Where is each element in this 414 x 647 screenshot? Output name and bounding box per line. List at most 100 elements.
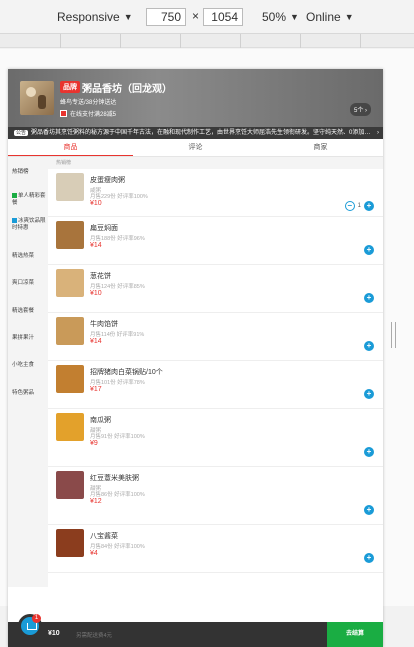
sidebar-item-label: 特色粥品 <box>12 390 35 396</box>
sidebar-item-label: 小吃主食 <box>12 362 35 368</box>
product-name: 招牌猪肉白菜锅贴/10个 <box>90 369 163 376</box>
chevron-right-icon: › <box>377 130 379 136</box>
sidebar-item-label: 单人精彩套餐 <box>12 193 46 206</box>
quantity-stepper: + <box>364 505 374 515</box>
product-image[interactable] <box>56 317 84 345</box>
cart-total: ¥10 <box>48 630 60 637</box>
sidebar-item-fruit[interactable]: 果拼果汁 <box>12 335 46 342</box>
quantity-stepper: − 1 + <box>344 201 374 211</box>
width-input[interactable]: 750 <box>146 8 186 26</box>
product-image[interactable] <box>56 221 84 249</box>
sidebar-item-set-meals[interactable]: 精选套餐 <box>12 308 46 315</box>
quantity-stepper: + <box>364 293 374 303</box>
mobile-viewport: 品牌 粥品香坊（回龙观） 蜂鸟专送/38分钟送达 在线支付满28减5 5个 › … <box>8 69 383 647</box>
sidebar-item-porridge[interactable]: 特色粥品 <box>12 390 46 397</box>
delivery-info: 蜂鸟专送/38分钟送达 <box>60 100 117 106</box>
notice-text: 粥品香坊其烹饪粥料的秘方源于中国千年古法，在融和现代制作工艺，由世界烹饪大师屈浩… <box>31 130 371 136</box>
product-name: 南瓜粥 <box>90 417 111 424</box>
resize-handle[interactable] <box>391 322 396 348</box>
product-item: 扁豆焖面 月售188份 好评率96% ¥14 + <box>48 217 383 265</box>
sidebar-item-drinks[interactable]: 冰爽饮品限时特惠 <box>12 218 46 232</box>
product-image[interactable] <box>56 365 84 393</box>
product-sales: 月售101份 好评率78% <box>90 380 145 386</box>
devtools-toolbar: Responsive ▼ 750 × 1054 50% ▼ Online ▼ <box>0 0 414 34</box>
product-price: ¥10 <box>90 200 102 207</box>
product-name: 红豆薏米美肤粥 <box>90 475 139 482</box>
promo-text: 在线支付满28减5 <box>70 112 117 118</box>
product-price: ¥17 <box>90 386 102 393</box>
device-stage: 品牌 粥品香坊（回龙观） 蜂鸟专送/38分钟送达 在线支付满28减5 5个 › … <box>0 49 414 647</box>
tab-seller[interactable]: 商家 <box>258 139 383 156</box>
quantity-stepper: + <box>364 341 374 351</box>
special-icon <box>12 218 17 224</box>
add-button[interactable]: + <box>364 553 374 563</box>
device-mode-select[interactable]: Responsive ▼ <box>57 10 133 24</box>
quantity-stepper: + <box>364 553 374 563</box>
product-sales: 月售124份 好评率85% <box>90 284 145 290</box>
device-mode-label: Responsive <box>57 10 120 24</box>
product-sales: 月售229份 好评率100% <box>90 194 148 200</box>
tab-ratings[interactable]: 评论 <box>133 139 258 156</box>
section-title: 热销榜 <box>48 157 383 169</box>
quantity-stepper: + <box>364 447 374 457</box>
product-image[interactable] <box>56 173 84 201</box>
quantity-value: 1 <box>357 203 361 209</box>
sidebar-item-snacks[interactable]: 小吃主食 <box>12 362 46 369</box>
product-item: 红豆薏米美肤粥 甜粥 月售86份 好评率100% ¥12 + <box>48 467 383 525</box>
product-image[interactable] <box>56 529 84 557</box>
product-name: 八宝酱菜 <box>90 533 118 540</box>
notice-bar[interactable]: 公告 粥品香坊其烹饪粥料的秘方源于中国千年古法，在融和现代制作工艺，由世界烹饪大师… <box>8 127 383 139</box>
coupon-count-button[interactable]: 5个 › <box>349 103 371 116</box>
media-query-bar <box>0 34 414 48</box>
product-item: 南瓜粥 甜粥 月售91份 好评率100% ¥9 + <box>48 409 383 467</box>
sidebar-item-cold-dishes[interactable]: 爽口凉菜 <box>12 280 46 287</box>
add-button[interactable]: + <box>364 389 374 399</box>
add-button[interactable]: + <box>364 245 374 255</box>
network-label: Online <box>306 10 341 24</box>
sidebar-item-label: 果拼果汁 <box>12 335 35 341</box>
product-sales: 月售188份 好评率96% <box>90 236 145 242</box>
product-name: 扁豆焖面 <box>90 225 118 232</box>
discount-icon <box>12 193 17 199</box>
product-price: ¥12 <box>90 498 102 505</box>
sidebar-item-hot[interactable]: 热销榜 <box>12 169 46 176</box>
network-select[interactable]: Online ▼ <box>306 10 354 24</box>
sidebar-item-label: 热销榜 <box>12 169 29 175</box>
zoom-select[interactable]: 50% ▼ <box>262 10 299 24</box>
cart-count-badge: 1 <box>32 614 41 623</box>
add-button[interactable]: + <box>364 505 374 515</box>
brand-badge: 品牌 <box>60 81 80 93</box>
product-price: ¥9 <box>90 440 98 447</box>
product-item: 八宝酱菜 月售84份 好评率100% ¥4 + <box>48 525 383 573</box>
sidebar-item-hot-dishes[interactable]: 精选热菜 <box>12 253 46 260</box>
product-price: ¥10 <box>90 290 102 297</box>
minus-button[interactable]: − <box>344 201 355 211</box>
product-image[interactable] <box>56 413 84 441</box>
shopping-cart-bar: 1 ¥10 另需配送费4元 去结算 <box>8 614 383 647</box>
add-button[interactable]: + <box>364 341 374 351</box>
height-input[interactable]: 1054 <box>203 8 243 26</box>
add-button[interactable]: + <box>364 201 374 211</box>
notice-tag: 公告 <box>14 130 29 136</box>
add-button[interactable]: + <box>364 447 374 457</box>
product-image[interactable] <box>56 269 84 297</box>
product-name: 牛肉馅饼 <box>90 321 118 328</box>
tab-bar: 商品 评论 商家 <box>8 139 383 157</box>
sidebar-item-single-combo[interactable]: 单人精彩套餐 <box>12 193 46 207</box>
shop-name: 粥品香坊（回龙观） <box>82 84 172 95</box>
product-sales: 月售84份 好评率100% <box>90 544 145 550</box>
tab-goods[interactable]: 商品 <box>8 139 133 156</box>
product-item: 皮蛋瘦肉粥 咸粥 月售229份 好评率100% ¥10 − 1 + <box>48 169 383 217</box>
checkout-button[interactable]: 去结算 <box>327 622 383 647</box>
zoom-label: 50% <box>262 10 287 24</box>
product-price: ¥4 <box>90 550 98 557</box>
product-item: 葱花饼 月售124份 好评率85% ¥10 + <box>48 265 383 313</box>
sidebar-item-label: 精选套餐 <box>12 308 35 314</box>
product-image[interactable] <box>56 471 84 499</box>
discount-icon <box>60 110 67 117</box>
product-sales: 月售86份 好评率100% <box>90 492 145 498</box>
chevron-down-icon: ▼ <box>344 12 354 22</box>
chevron-down-icon: ▼ <box>123 12 133 22</box>
shop-header: 品牌 粥品香坊（回龙观） 蜂鸟专送/38分钟送达 在线支付满28减5 5个 › <box>8 69 383 127</box>
add-button[interactable]: + <box>364 293 374 303</box>
